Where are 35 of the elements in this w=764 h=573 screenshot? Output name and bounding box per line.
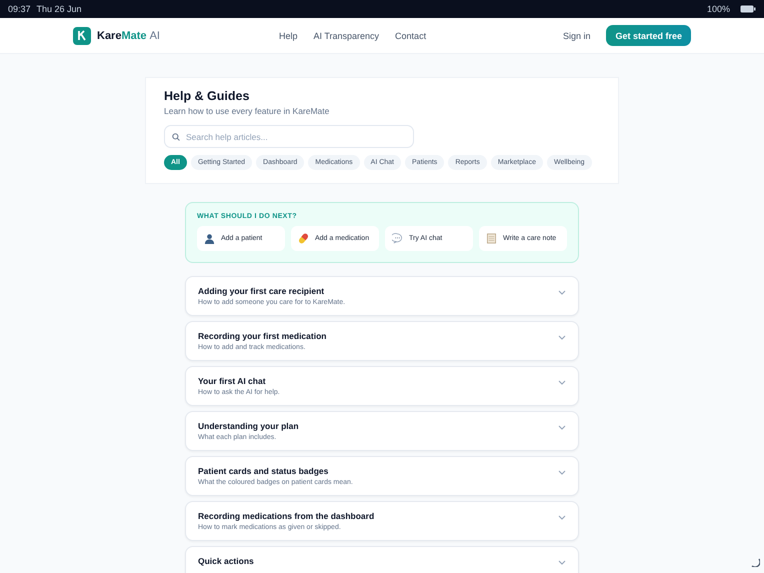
chevron-down-icon [558,380,566,385]
loading-spinner-icon [750,557,760,567]
status-date: Thu 26 Jun [36,4,82,14]
page-subtitle: Learn how to use every feature in KareMate [164,106,330,116]
speech-bubble-icon [392,233,403,244]
article-title: Your first AI chat [198,376,267,386]
article-title: Recording your first medication [198,331,326,341]
brand-name[interactable]: KareMate AI [97,30,160,42]
chevron-down-icon [558,290,566,295]
person-icon [204,233,215,244]
chevron-down-icon [558,335,566,340]
sign-in-link[interactable]: Sign in [562,30,590,40]
logo-icon [73,26,91,44]
article-title: Understanding your plan [198,421,299,431]
pill-icon [298,233,309,244]
nav-link[interactable]: Help [279,30,298,40]
chevron-down-icon [558,425,566,430]
status-time: 09:37 [8,4,31,14]
get-started-button[interactable]: Get started free [606,25,691,46]
search-icon [172,132,180,140]
chevron-down-icon [558,560,566,565]
chevron-down-icon [558,470,566,475]
nav-link[interactable]: Contact [395,30,426,40]
article-title: Quick actions [198,556,254,566]
article-title: Adding your first care recipient [198,286,326,296]
nav-link[interactable]: AI Transparency [314,30,380,40]
chevron-down-icon [558,515,566,520]
page-title: Help & Guides [164,89,250,103]
search-field[interactable]: Search help articles... [164,125,414,148]
article-title: Patient cards and status badges [198,466,330,476]
article-title: Recording medications from the dashboard [198,511,374,521]
battery-icon [740,5,756,13]
battery-percentage: 100% [706,4,730,14]
article-accordion[interactable]: Quick actions [185,546,579,573]
notepad-icon [486,233,497,244]
